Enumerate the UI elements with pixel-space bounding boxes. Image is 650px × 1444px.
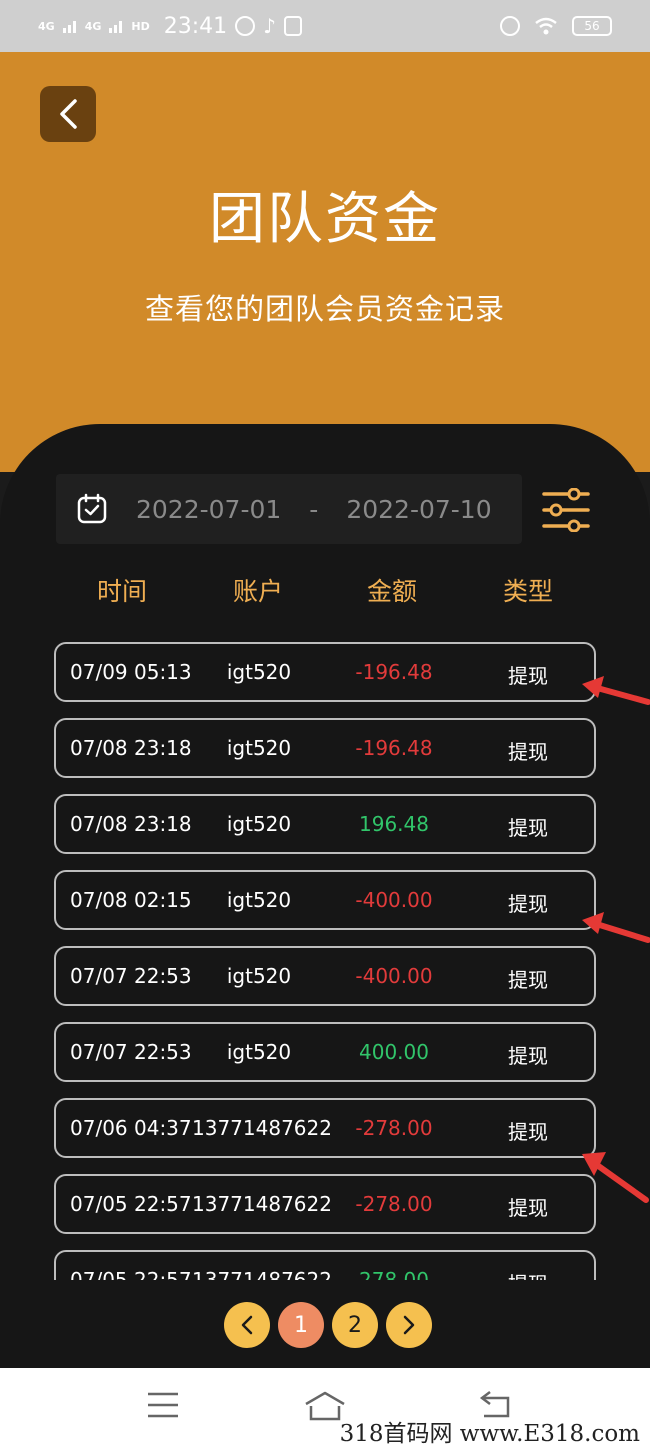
column-header-time: 时间 [96,577,147,606]
start-date[interactable]: 2022-07-01 [136,495,281,524]
status-right: 56 [500,16,612,36]
signal-4g-label-2: 4G [84,19,102,33]
status-time: 23:41 [163,13,228,39]
next-page-button[interactable] [386,1302,432,1348]
row-type: 提现 [508,816,548,840]
status-bar: 4G 4G HD 23:41 ♪ 56 [0,0,650,52]
records-list[interactable]: 07/09 05:13 igt520 -196.48 提现 07/08 23:1… [54,642,596,1280]
annotation-arrow-icon [582,1152,649,1203]
date-range-picker[interactable]: 2022-07-01 - 2022-07-10 [56,474,522,544]
app-notification-icon [283,16,302,36]
menu-icon[interactable] [146,1390,180,1420]
row-amount: -196.48 [355,736,433,760]
chevron-right-icon [403,1315,415,1335]
page-title: 团队资金 [209,187,441,252]
battery-level: 56 [584,19,600,33]
signal-strength-icon-2 [109,21,123,33]
row-time: 07/08 02:15 [70,888,192,912]
row-time: 07/08 23:18 [70,736,192,760]
column-header-account: 账户 [232,577,283,606]
chevron-left-icon [60,99,77,129]
row-type: 提现 [508,1196,548,1220]
column-header-amount: 金额 [366,577,417,606]
tiktok-icon: ♪ [263,14,276,38]
row-account: 13771487622 [192,1116,332,1140]
wifi-icon [535,17,557,35]
row-amount: -278.00 [355,1192,433,1216]
row-account: 13771487622 [192,1268,332,1280]
row-type: 提现 [508,892,548,916]
row-time: 07/06 04:37 [70,1116,192,1140]
table-row[interactable]: 07/08 02:15 igt520 -400.00 提现 [54,870,596,930]
end-date[interactable]: 2022-07-10 [346,495,491,524]
page-button-1[interactable]: 1 [278,1302,324,1348]
row-time: 07/07 22:53 [70,964,192,988]
page-subtitle: 查看您的团队会员资金记录 [144,292,505,326]
table-row[interactable]: 07/07 22:53 igt520 -400.00 提现 [54,946,596,1006]
row-time: 07/07 22:53 [70,1040,192,1064]
annotation-arrow-icon [582,912,650,943]
annotation-arrow-icon [582,676,650,705]
row-type: 提现 [508,664,548,688]
row-account: igt520 [226,1040,292,1064]
table-row[interactable]: 07/05 22:57 13771487622 278.00 提现 [54,1250,596,1280]
row-time: 07/05 22:57 [70,1192,192,1216]
pagination: 1 2 [224,1302,432,1348]
column-header-type: 类型 [502,577,553,606]
date-separator: - [309,494,319,524]
table-row[interactable]: 07/07 22:53 igt520 400.00 提现 [54,1022,596,1082]
row-account: igt520 [226,888,292,912]
page-header: 团队资金 查看您的团队会员资金记录 [0,52,650,472]
row-type: 提现 [508,1120,548,1144]
row-amount: -400.00 [355,888,433,912]
alarm-icon [500,16,520,36]
signal-strength-icon [62,21,76,33]
row-type: 提现 [468,1268,588,1280]
compass-icon [235,16,256,36]
signal-4g-label: 4G [38,19,55,33]
page-button-2[interactable]: 2 [332,1302,378,1348]
row-amount: 400.00 [359,1040,429,1064]
records-panel: 2022-07-01 - 2022-07-10 时间 账户 金额 类型 07/0… [0,424,650,1368]
row-time: 07/05 22:57 [70,1268,192,1280]
row-account: igt520 [226,812,292,836]
back-button[interactable] [40,86,96,142]
hd-badge: HD [131,19,150,33]
system-nav-bar: 318首码网 www.E318.com [0,1368,650,1444]
row-time: 07/09 05:13 [70,660,192,684]
row-time: 07/08 23:18 [70,812,192,836]
table-row[interactable]: 07/09 05:13 igt520 -196.48 提现 [54,642,596,702]
watermark-text: 318首码网 www.E318.com [339,1421,640,1444]
row-amount: 196.48 [359,812,429,836]
battery-icon: 56 [572,16,612,36]
prev-page-button[interactable] [224,1302,270,1348]
row-amount: 278.00 [359,1268,429,1280]
row-account: 13771487622 [192,1192,332,1216]
row-type: 提现 [508,1044,548,1068]
row-type: 提现 [508,740,548,764]
row-account: igt520 [226,660,292,684]
table-header: 时间 账户 金额 类型 [54,572,596,612]
filter-sliders-icon[interactable] [542,488,590,532]
row-account: igt520 [226,964,292,988]
row-amount: -196.48 [355,660,433,684]
table-row[interactable]: 07/08 23:18 igt520 -196.48 提现 [54,718,596,778]
row-type: 提现 [508,968,548,992]
row-account: igt520 [226,736,292,760]
chevron-left-icon [241,1315,253,1335]
calendar-icon [77,493,107,524]
table-row[interactable]: 07/08 23:18 igt520 196.48 提现 [54,794,596,854]
status-left: 4G 4G HD 23:41 ♪ [38,14,302,39]
table-row[interactable]: 07/06 04:37 13771487622 -278.00 提现 [54,1098,596,1158]
row-amount: -400.00 [355,964,433,988]
row-amount: -278.00 [355,1116,433,1140]
table-row[interactable]: 07/05 22:57 13771487622 -278.00 提现 [54,1174,596,1234]
